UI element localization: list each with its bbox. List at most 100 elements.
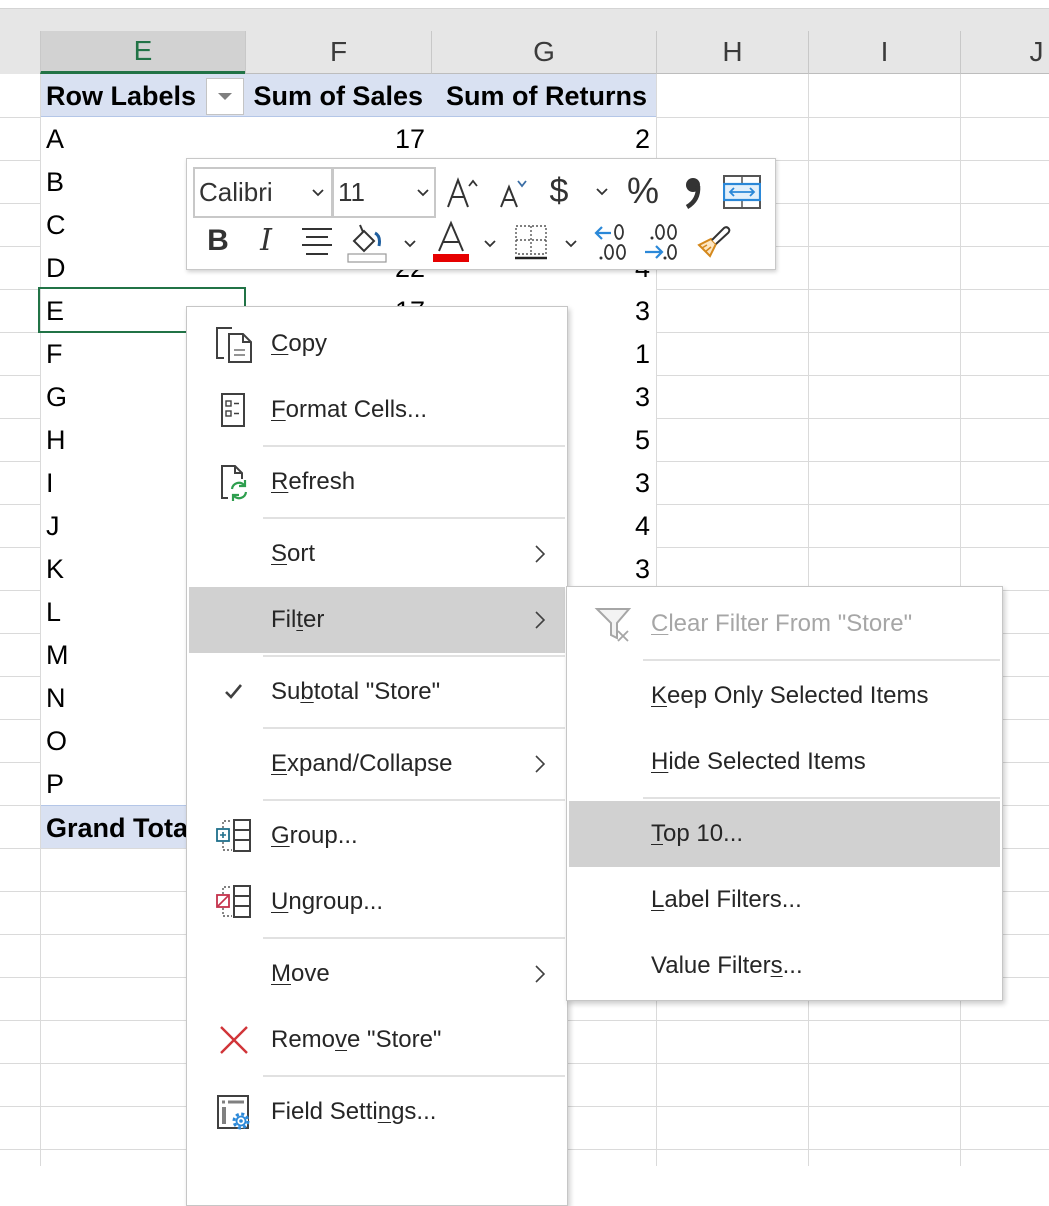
menu-item-value-filters[interactable]: Value Filters... [569,933,1000,999]
pivot-cell-label[interactable]: O [46,719,67,763]
pivot-cell-label[interactable]: P [46,762,64,806]
column-header-e[interactable]: E [40,31,245,74]
fill-color-bar [347,253,387,263]
menu-item-label: Format Cells... [271,396,428,423]
increase-font-size-button[interactable] [444,172,484,217]
format-cells-icon [214,390,254,430]
pivot-cell-label[interactable]: C [46,203,66,247]
decrease-font-size-icon [500,180,527,208]
decrease-decimal-button[interactable] [594,221,632,268]
column-header-g[interactable]: G [431,31,656,74]
font-color-bar [433,254,469,262]
menu-item-copy[interactable]: Copy [189,311,565,377]
font-size-dropdown[interactable]: 11 [332,167,436,218]
menu-item-field-settings[interactable]: Field Settings... [189,1079,565,1145]
wrap-text-icon [722,175,762,209]
accounting-format-dropdown-icon[interactable] [596,188,608,196]
refresh-icon [214,462,254,502]
filter-dropdown-icon [218,93,232,100]
decrease-font-size-button[interactable] [496,172,536,217]
fill-color-dropdown-icon[interactable] [404,240,416,248]
menu-item-format-cells[interactable]: Format Cells... [189,377,565,443]
sum-of-sales-header[interactable]: Sum of Sales [245,74,431,118]
pivot-cell-label[interactable]: K [46,547,64,591]
menu-item-ungroup[interactable]: Ungroup... [189,869,565,935]
borders-button[interactable] [514,223,548,266]
menu-item-label: Copy [271,330,328,357]
comma-style-button[interactable] [682,176,702,217]
center-align-button[interactable] [300,223,334,264]
pivot-cell-label[interactable]: N [46,676,66,720]
borders-dropdown-icon[interactable] [565,240,577,248]
checkmark-icon [214,672,254,712]
mini-toolbar: Calibri 11 $ % B I [186,158,776,270]
menu-item-sort[interactable]: Sort [189,521,565,587]
increase-decimal-icon [645,224,677,260]
menu-item-label: Field Settings... [271,1098,437,1125]
pivot-cell-label[interactable]: B [46,160,64,204]
italic-button[interactable]: I [255,221,277,261]
sum-of-returns-header[interactable]: Sum of Returns [431,74,656,118]
pivot-cell-label[interactable]: F [46,332,63,376]
column-header-i[interactable]: I [808,31,960,74]
pivot-cell-returns[interactable]: 2 [431,117,656,161]
pivot-cell-label[interactable]: M [46,633,69,677]
menu-item-remove-store[interactable]: Remove "Store" [189,1007,565,1073]
column-header-j[interactable]: J [960,31,1049,74]
menu-item-subtotal-store[interactable]: Subtotal "Store" [189,659,565,725]
pivot-cell-label[interactable]: H [46,418,66,462]
menu-item-hide-selected-items[interactable]: Hide Selected Items [569,729,1000,795]
menu-item-move[interactable]: Move [189,941,565,1007]
pivot-row: A 17 2 [41,117,656,160]
format-painter-button[interactable] [696,223,732,264]
menu-item-top-10[interactable]: Top 10... [569,801,1000,867]
menu-item-filter[interactable]: Filter [189,587,565,653]
pivot-cell-label[interactable]: J [46,504,60,548]
pivot-cell-sales[interactable]: 17 [245,117,431,161]
pivot-cell-label[interactable]: L [46,590,61,634]
bold-button[interactable]: B [205,221,231,261]
accounting-format-button[interactable]: $ [546,171,572,211]
pivot-cell-label[interactable]: A [46,117,64,161]
context-menu: Copy Format Cells... Refresh Sort Filter Subt… [186,306,568,1206]
menu-item-refresh[interactable]: Refresh [189,449,565,515]
menu-item-label: Refresh [271,468,356,495]
grand-total-label[interactable]: Grand Total [46,806,196,850]
center-align-icon [302,228,332,255]
menu-item-label: Subtotal "Store" [271,678,441,705]
row-labels-filter-button[interactable] [206,78,244,115]
percent-style-button[interactable]: % [624,171,662,211]
font-size-value: 11 [338,177,365,207]
fill-color-button[interactable] [346,220,388,269]
row-labels-header[interactable]: Row Labels [46,74,196,118]
pivot-cell-label[interactable]: I [46,461,54,505]
menu-item-label: Hide Selected Items [651,748,866,775]
menu-item-expand-collapse[interactable]: Expand/Collapse [189,731,565,797]
column-header-f[interactable]: F [245,31,431,74]
menu-item-clear-filter: Clear Filter From "Store" [569,591,1000,657]
pivot-cell-label[interactable]: D [46,246,66,290]
menu-item-label: Value Filters... [651,952,803,979]
font-color-dropdown-icon[interactable] [484,240,496,248]
menu-item-keep-only-selected-items[interactable]: Keep Only Selected Items [569,663,1000,729]
wrap-text-button[interactable] [722,175,762,214]
chevron-down-icon [417,189,429,197]
font-color-button[interactable] [431,219,471,270]
menu-item-label: Expand/Collapse [271,750,453,777]
menu-item-label: Keep Only Selected Items [651,682,929,709]
increase-decimal-button[interactable] [643,221,681,268]
font-name-dropdown[interactable]: Calibri [193,167,333,218]
copy-icon [214,324,254,364]
menu-item-label-filters[interactable]: Label Filters... [569,867,1000,933]
clear-filter-icon [594,604,634,644]
column-header-h[interactable]: H [656,31,808,74]
pivot-cell-label[interactable]: G [46,375,67,419]
decrease-decimal-icon [594,224,626,260]
menu-item-group[interactable]: Group... [189,803,565,869]
menu-item-label: Remove "Store" [271,1026,442,1053]
ungroup-icon [214,882,254,922]
chevron-right-icon [535,755,546,773]
fill-color-icon [347,224,387,263]
menu-item-label: Top 10... [651,820,744,847]
font-name-value: Calibri [199,177,273,207]
